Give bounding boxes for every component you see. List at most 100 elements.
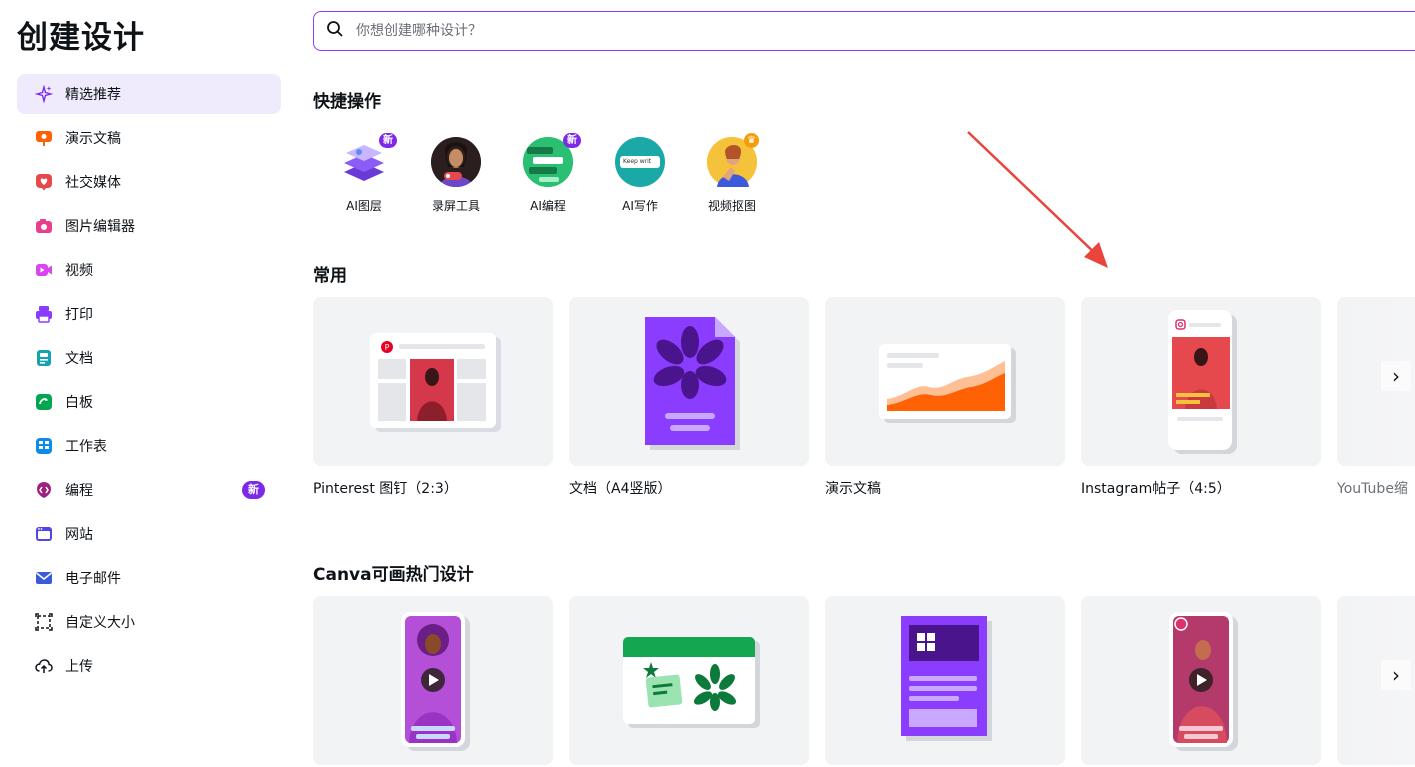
template-card-label: Pinterest 图钉（2:3） — [313, 481, 458, 497]
page-title: 创建设计 — [17, 20, 145, 56]
sidebar-item-social-media[interactable]: 社交媒体 — [17, 162, 281, 202]
template-card-label: 文档（A4竖版） — [569, 481, 672, 497]
quick-action-label: AI编程 — [530, 199, 566, 213]
sidebar-item-label: 打印 — [65, 307, 93, 323]
sidebar-item-label: 工作表 — [65, 439, 107, 455]
sidebar-item-label: 文档 — [65, 351, 93, 367]
sidebar-item-email[interactable]: 电子邮件 — [17, 558, 281, 598]
template-thumbnail — [313, 596, 553, 765]
annotation-arrow-icon — [967, 131, 1108, 268]
heart-icon — [35, 173, 53, 191]
carousel-next-button[interactable]: › — [1381, 660, 1411, 690]
sidebar-item-label: 精选推荐 — [65, 87, 121, 103]
search-icon — [326, 20, 356, 42]
ai-writing-snippet: Keep writ — [620, 156, 660, 168]
template-card-label: Instagram帖子（4:5） — [1081, 481, 1231, 497]
quick-action-ai-layers[interactable]: 新 AI图层 — [318, 132, 410, 214]
sidebar-item-photo-editor[interactable]: 图片编辑器 — [17, 206, 281, 246]
code-icon — [35, 481, 53, 499]
common-title: 常用 — [313, 266, 347, 286]
common-row: P Pinterest 图钉（2:3） 文档（A4竖版） 演示文稿 Instag… — [313, 297, 1415, 498]
document-icon — [35, 349, 53, 367]
quick-action-ai-code[interactable]: 新 AI编程 — [502, 132, 594, 214]
quick-action-label: 录屏工具 — [431, 199, 480, 213]
sidebar-item-whiteboard[interactable]: 白板 — [17, 382, 281, 422]
spreadsheet-icon — [35, 437, 53, 455]
sidebar-item-video[interactable]: 视频 — [17, 250, 281, 290]
search-bar[interactable] — [313, 11, 1415, 51]
search-input[interactable] — [356, 23, 1256, 39]
printer-icon — [35, 305, 53, 323]
ai-layers-icon: 新 — [339, 133, 397, 187]
screen-recorder-icon — [431, 137, 481, 187]
chevron-right-icon: › — [1392, 663, 1400, 687]
sidebar-item-upload[interactable]: 上传 — [17, 646, 281, 686]
quick-action-label: 视频抠图 — [707, 199, 756, 213]
sidebar-item-sheets[interactable]: 工作表 — [17, 426, 281, 466]
svg-text:P: P — [385, 343, 390, 352]
template-thumbnail — [1081, 596, 1321, 765]
presentation-icon — [35, 129, 53, 147]
template-card-doc-a4[interactable]: 文档（A4竖版） — [569, 297, 809, 498]
ai-code-icon: 新 — [523, 133, 581, 187]
quick-action-label: AI写作 — [622, 199, 658, 213]
email-icon — [35, 569, 53, 587]
sparkle-icon — [35, 85, 53, 103]
camera-icon — [35, 217, 53, 235]
sidebar-item-label: 演示文稿 — [65, 131, 121, 147]
template-thumbnail — [825, 596, 1065, 765]
sidebar-item-label: 编程 — [65, 483, 93, 499]
new-badge: 新 — [563, 133, 581, 148]
popular-row — [313, 596, 1415, 765]
video-bg-remover-icon: ♛ — [707, 133, 759, 187]
template-thumbnail — [825, 297, 1065, 466]
carousel-next-button[interactable]: › — [1381, 361, 1411, 391]
quick-action-video-bg-remover[interactable]: ♛ 视频抠图 — [686, 132, 778, 214]
sidebar-item-label: 网站 — [65, 527, 93, 543]
sidebar: 精选推荐 演示文稿 社交媒体 图片编辑器 视频 打印 文档 白板 工作表 编程 … — [17, 74, 281, 690]
template-card-instagram[interactable]: Instagram帖子（4:5） — [1081, 297, 1321, 498]
template-card-video-portrait[interactable] — [313, 596, 553, 765]
sidebar-item-label: 电子邮件 — [65, 571, 121, 587]
crown-badge: ♛ — [744, 133, 759, 148]
template-card-flyer[interactable] — [825, 596, 1065, 765]
template-card-label: YouTube缩 — [1337, 481, 1408, 497]
template-card-whiteboard[interactable] — [569, 596, 809, 765]
cloud-upload-icon — [35, 657, 53, 675]
quick-action-screen-recorder[interactable]: 录屏工具 — [410, 132, 502, 214]
sidebar-item-label: 白板 — [65, 395, 93, 411]
quick-actions: 新 AI图层 录屏工具 新 AI编程 Keep writ AI写作 ♛ 视频抠图 — [318, 132, 778, 214]
sidebar-item-label: 上传 — [65, 659, 93, 675]
template-thumbnail: P — [313, 297, 553, 466]
video-icon — [35, 261, 53, 279]
template-card-presentation[interactable]: 演示文稿 — [825, 297, 1065, 498]
sidebar-item-print[interactable]: 打印 — [17, 294, 281, 334]
template-card-pinterest[interactable]: P Pinterest 图钉（2:3） — [313, 297, 553, 498]
whiteboard-icon — [35, 393, 53, 411]
popular-title: Canva可画热门设计 — [313, 565, 474, 585]
sidebar-item-label: 视频 — [65, 263, 93, 279]
sidebar-item-featured[interactable]: 精选推荐 — [17, 74, 281, 114]
sidebar-item-code[interactable]: 编程 新 — [17, 470, 281, 510]
chevron-right-icon: › — [1392, 364, 1400, 388]
sidebar-item-website[interactable]: 网站 — [17, 514, 281, 554]
ai-writing-icon: Keep writ — [615, 137, 665, 187]
quick-action-label: AI图层 — [346, 199, 382, 213]
sidebar-item-label: 社交媒体 — [65, 175, 121, 191]
new-badge: 新 — [379, 133, 397, 148]
sidebar-item-presentation[interactable]: 演示文稿 — [17, 118, 281, 158]
sidebar-item-label: 自定义大小 — [65, 615, 135, 631]
template-card-youtube[interactable]: YouTube缩 — [1337, 297, 1415, 498]
template-card-label: 演示文稿 — [825, 481, 881, 497]
sidebar-item-custom-size[interactable]: 自定义大小 — [17, 602, 281, 642]
sidebar-item-label: 图片编辑器 — [65, 219, 135, 235]
sidebar-item-docs[interactable]: 文档 — [17, 338, 281, 378]
template-thumbnail — [1081, 297, 1321, 466]
template-card-instagram-story[interactable] — [1081, 596, 1321, 765]
template-thumbnail — [569, 596, 809, 765]
custom-size-icon — [35, 613, 53, 631]
quick-actions-title: 快捷操作 — [313, 92, 381, 112]
quick-action-ai-writing[interactable]: Keep writ AI写作 — [594, 132, 686, 214]
template-thumbnail — [569, 297, 809, 466]
website-icon — [35, 525, 53, 543]
